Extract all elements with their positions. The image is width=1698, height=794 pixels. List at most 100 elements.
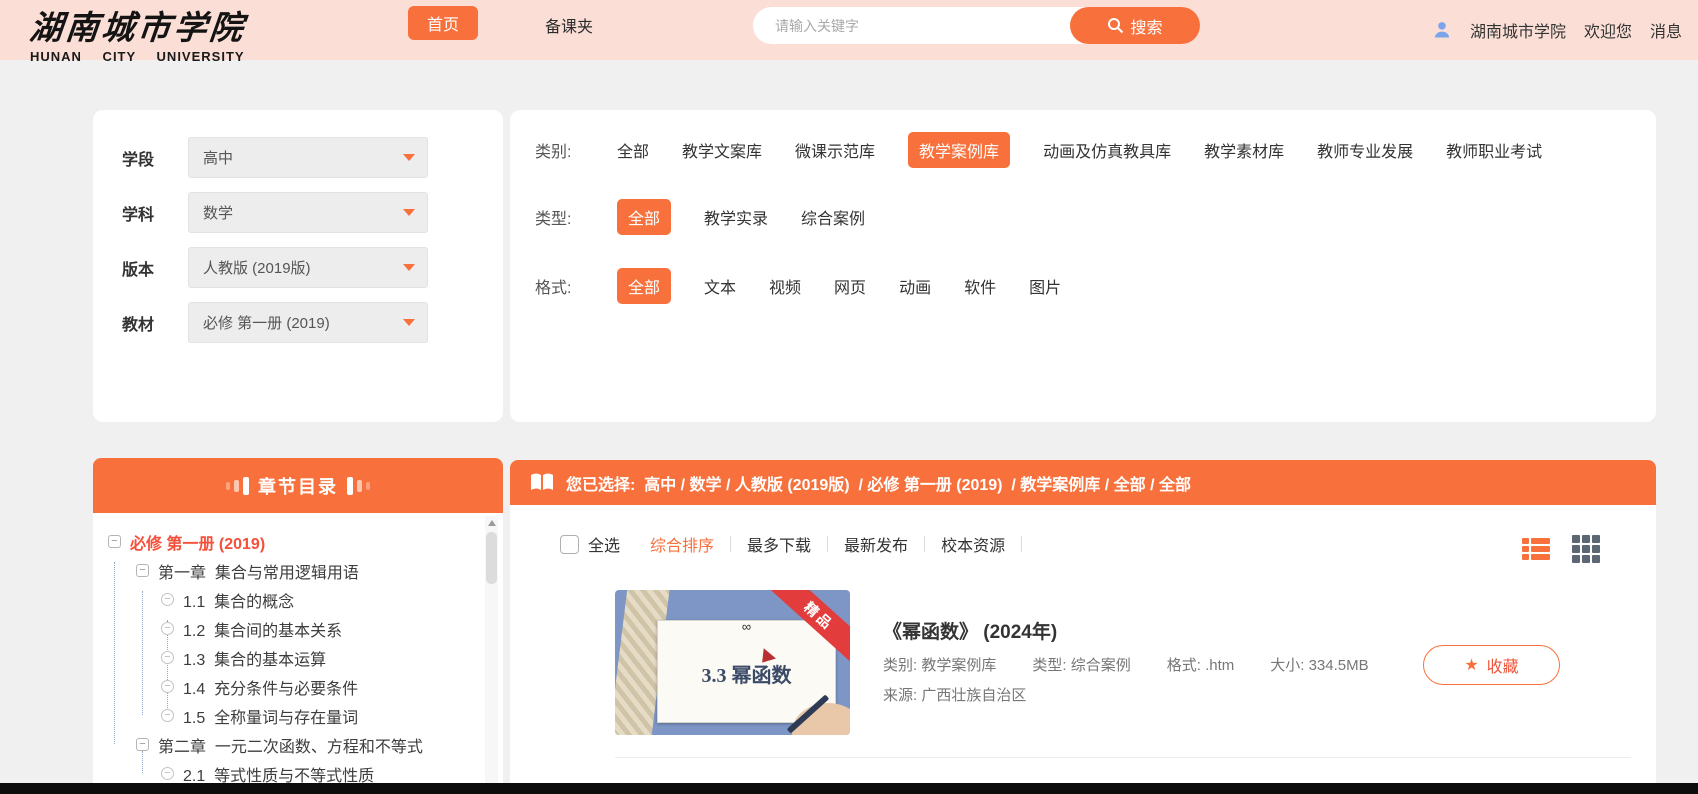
filter-label-textbook: 教材 [122, 311, 154, 335]
sort-option-comprehensive[interactable]: 综合排序 [650, 532, 730, 556]
collapse-icon[interactable]: − [136, 564, 149, 577]
format-option[interactable]: 动画 [899, 274, 931, 298]
book-icon [530, 473, 554, 492]
facet-row-category: 类别: 全部 教学文案库 微课示范库 教学案例库 动画及仿真教具库 教学素材库 … [535, 132, 1636, 168]
tree-node-label: 第一章 集合与常用逻辑用语 [158, 559, 359, 583]
facet-label-format: 格式: [535, 274, 597, 298]
format-option[interactable]: 软件 [964, 274, 996, 298]
collapse-icon[interactable]: − [161, 767, 174, 780]
subject-value: 数学 [203, 202, 233, 223]
filter-row-subject: 学科 数学 [93, 192, 503, 233]
sort-option-school-resource[interactable]: 校本资源 [925, 532, 1021, 556]
subject-dropdown[interactable]: 数学 [188, 192, 428, 233]
category-option[interactable]: 教学文案库 [682, 138, 762, 162]
stage-dropdown[interactable]: 高中 [188, 137, 428, 178]
tree-node-1-1[interactable]: −1.1 集合的概念 [93, 585, 503, 614]
format-options: 全部 文本 视频 网页 动画 软件 图片 [617, 268, 1061, 304]
collapse-icon[interactable]: − [161, 593, 174, 606]
separator [1021, 536, 1022, 552]
type-option[interactable]: 综合案例 [801, 205, 865, 229]
filter-label-stage: 学段 [122, 146, 154, 170]
user-name[interactable]: 湖南城市学院 [1470, 18, 1566, 42]
logo-chinese: 湖南城市学院 [27, 1, 248, 49]
sort-option-newest[interactable]: 最新发布 [828, 532, 924, 556]
chapter-tree: −必修 第一册 (2019) −第一章 集合与常用逻辑用语 −1.1 集合的概念… [93, 513, 503, 788]
meta-category-value: 教学案例库 [921, 657, 996, 674]
facet-row-format: 格式: 全部 文本 视频 网页 动画 软件 图片 [535, 268, 1636, 304]
filter-label-edition: 版本 [122, 256, 154, 280]
meta-format-value: .htm [1205, 657, 1234, 674]
result-title[interactable]: 《幂函数》 (2024年) [883, 617, 1057, 644]
collapse-icon[interactable]: − [161, 622, 174, 635]
textbook-dropdown[interactable]: 必修 第一册 (2019) [188, 302, 428, 343]
category-option[interactable]: 微课示范库 [795, 138, 875, 162]
edition-dropdown[interactable]: 人教版 (2019版) [188, 247, 428, 288]
tree-node-chapter1[interactable]: −第一章 集合与常用逻辑用语 [93, 556, 503, 585]
sort-bar: 全选 综合排序 最多下载 最新发布 校本资源 [560, 532, 1022, 556]
result-meta-row: 类别: 教学案例库 类型: 综合案例 格式: .htm 大小: 334.5MB [883, 654, 1369, 675]
category-option[interactable]: 教师职业考试 [1446, 138, 1542, 162]
category-option[interactable]: 动画及仿真教具库 [1043, 138, 1171, 162]
tree-node-2-1[interactable]: −2.1 等式性质与不等式性质 [93, 759, 503, 788]
tree-node-label: 第二章 一元二次函数、方程和不等式 [158, 733, 423, 757]
format-option[interactable]: 文本 [704, 274, 736, 298]
select-all-checkbox[interactable] [560, 535, 579, 554]
facet-card: 类别: 全部 教学文案库 微课示范库 教学案例库 动画及仿真教具库 教学素材库 … [510, 110, 1656, 422]
search-button[interactable]: 搜索 [1070, 7, 1200, 44]
filter-row-edition: 版本 人教版 (2019版) [93, 247, 503, 288]
tree-node-label: 1.1 集合的概念 [183, 588, 294, 612]
select-all-label[interactable]: 全选 [588, 532, 620, 556]
tree-node-chapter2[interactable]: −第二章 一元二次函数、方程和不等式 [93, 730, 503, 759]
tree-node-1-5[interactable]: −1.5 全称量词与存在量词 [93, 701, 503, 730]
meta-format-label: 格式: [1167, 657, 1201, 674]
format-option[interactable]: 图片 [1029, 274, 1061, 298]
tree-node-1-3[interactable]: −1.3 集合的基本运算 [93, 643, 503, 672]
top-header: 湖南城市学院 HUNAN CITY UNIVERSITY 首页 备课夹 搜索 湖… [0, 0, 1698, 60]
category-option[interactable]: 教师专业发展 [1317, 138, 1413, 162]
sort-option-most-downloaded[interactable]: 最多下载 [731, 532, 827, 556]
tree-node-label: 必修 第一册 (2019) [130, 530, 265, 554]
textbook-value: 必修 第一册 (2019) [203, 312, 330, 333]
tree-node-book[interactable]: −必修 第一册 (2019) [93, 527, 503, 556]
meta-category-label: 类别: [883, 657, 917, 674]
type-option-selected[interactable]: 全部 [617, 199, 671, 235]
meta-size-value: 334.5MB [1309, 657, 1369, 674]
type-option[interactable]: 教学实录 [704, 205, 768, 229]
collapse-icon[interactable]: − [161, 709, 174, 722]
chevron-down-icon [403, 154, 415, 161]
stage-value: 高中 [203, 147, 233, 168]
format-option[interactable]: 视频 [769, 274, 801, 298]
facet-label-category: 类别: [535, 138, 597, 162]
textbook-filter-card: 学段 高中 学科 数学 版本 人教版 (2019版) 教材 必修 第一册 (20… [93, 110, 503, 422]
category-option[interactable]: 全部 [617, 138, 649, 162]
messages-link[interactable]: 消息 [1650, 18, 1682, 42]
format-option-selected[interactable]: 全部 [617, 268, 671, 304]
filter-label-subject: 学科 [122, 201, 154, 225]
category-option-selected[interactable]: 教学案例库 [908, 132, 1010, 168]
result-thumbnail[interactable]: 3.3 幂函数 精品 [615, 590, 850, 735]
collapse-icon[interactable]: − [161, 680, 174, 693]
tree-node-label: 2.1 等式性质与不等式性质 [183, 762, 374, 786]
format-option[interactable]: 网页 [834, 274, 866, 298]
scroll-up-arrow-icon[interactable] [488, 520, 496, 526]
results-body: 全选 综合排序 最多下载 最新发布 校本资源 3.3 幂函数 [510, 505, 1656, 788]
facet-label-type: 类型: [535, 205, 597, 229]
meta-size-label: 大小: [1270, 657, 1304, 674]
collapse-icon[interactable]: − [136, 738, 149, 751]
tree-node-label: 1.2 集合间的基本关系 [183, 617, 342, 641]
results-panel: 您已选择: 高中 / 数学 / 人教版 (2019版) / 必修 第一册 (20… [510, 460, 1656, 788]
grid-view-icon[interactable] [1572, 535, 1600, 563]
nav-home-button[interactable]: 首页 [408, 6, 478, 40]
tree-node-label: 1.3 集合的基本运算 [183, 646, 326, 670]
tree-node-1-4[interactable]: −1.4 充分条件与必要条件 [93, 672, 503, 701]
collapse-icon[interactable]: − [161, 651, 174, 664]
header-decoration-left [226, 477, 249, 495]
search-bar: 搜索 [753, 7, 1200, 44]
search-input[interactable] [775, 7, 1055, 44]
list-view-icon[interactable] [1522, 538, 1550, 560]
tree-node-1-2[interactable]: −1.2 集合间的基本关系 [93, 614, 503, 643]
category-option[interactable]: 教学素材库 [1204, 138, 1284, 162]
nav-lesson-folder[interactable]: 备课夹 [545, 13, 593, 37]
favorite-button[interactable]: ★ 收藏 [1423, 645, 1560, 685]
collapse-icon[interactable]: − [108, 535, 121, 548]
